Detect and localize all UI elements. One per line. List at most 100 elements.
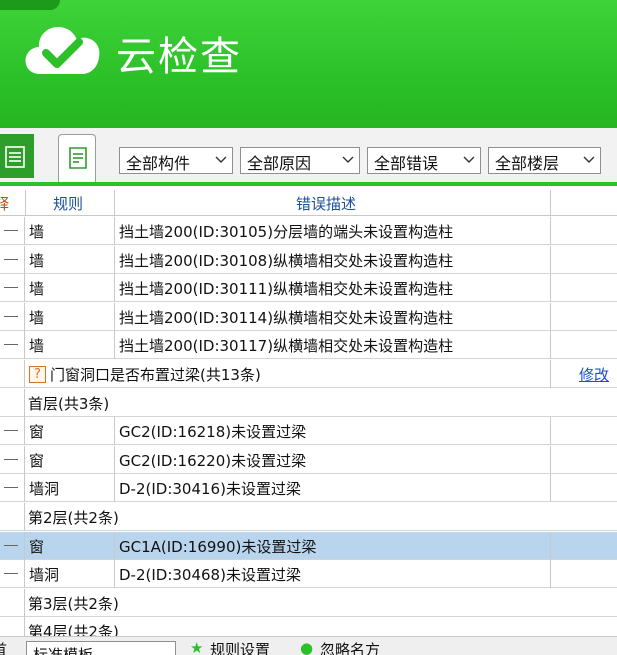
filter-floor-select[interactable]: 全部楼层 bbox=[488, 147, 601, 174]
cell-divider bbox=[550, 531, 551, 560]
template-value: 标准模板 bbox=[33, 646, 94, 655]
row-tree-cell bbox=[0, 388, 25, 417]
cell-divider bbox=[550, 360, 551, 388]
table-row[interactable]: 墙 挡土墙200(ID:30105)分层墙的端头未设置构造柱 bbox=[0, 217, 617, 245]
table-row[interactable]: 墙 挡土墙200(ID:30108)纵横墙相交处未设置构造柱 bbox=[0, 245, 617, 274]
header-divider bbox=[25, 190, 26, 216]
template-select[interactable]: 标准模板 bbox=[26, 641, 176, 655]
row-tree-cell bbox=[0, 560, 25, 589]
table-row[interactable]: 墙 挡土墙200(ID:30111)纵横墙相交处未设置构造柱 bbox=[0, 274, 617, 303]
table-row[interactable]: 窗 GC1A(ID:16990)未设置过梁 bbox=[0, 531, 617, 560]
question-icon: ? bbox=[29, 366, 46, 383]
floor-group-row[interactable]: 首层(共3条) bbox=[0, 388, 617, 417]
tree-connector bbox=[4, 315, 18, 317]
header-col-description[interactable]: 错误描述 bbox=[296, 193, 356, 214]
tree-connector bbox=[4, 544, 18, 546]
description-cell: 挡土墙200(ID:30117)纵横墙相交处未设置构造柱 bbox=[119, 337, 454, 356]
cell-divider bbox=[550, 331, 551, 360]
cell-divider bbox=[550, 445, 551, 474]
floor-group-row[interactable]: 第3层(共2条) bbox=[0, 588, 617, 617]
rule-settings-button[interactable]: 规则设置 bbox=[210, 639, 270, 655]
row-tree-cell bbox=[0, 331, 25, 360]
table-row[interactable]: 窗 GC2(ID:16220)未设置过梁 bbox=[0, 445, 617, 474]
floor-group-label: 第3层(共2条) bbox=[28, 594, 119, 613]
row-tree-cell bbox=[0, 588, 25, 617]
filter-component-select[interactable]: 全部构件 bbox=[119, 147, 233, 174]
row-tree-cell bbox=[0, 445, 25, 474]
description-cell: 挡土墙200(ID:30108)纵横墙相交处未设置构造柱 bbox=[119, 251, 454, 270]
table-row[interactable]: 墙 挡土墙200(ID:30114)纵横墙相交处未设置构造柱 bbox=[0, 302, 617, 331]
table-row[interactable]: 窗 GC2(ID:16218)未设置过梁 bbox=[0, 417, 617, 446]
tree-connector bbox=[4, 487, 18, 489]
header-col-note[interactable]: 释 bbox=[0, 193, 9, 214]
row-tree-cell bbox=[0, 360, 25, 388]
ignore-list-button[interactable]: 忽略名方 bbox=[320, 639, 380, 655]
rule-cell: 墙 bbox=[29, 280, 45, 299]
rule-cell: 墙 bbox=[29, 308, 45, 327]
tree-connector bbox=[4, 258, 18, 260]
cell-divider bbox=[550, 302, 551, 331]
row-tree-cell bbox=[0, 417, 25, 446]
chevron-down-icon bbox=[215, 156, 227, 163]
document-list-icon bbox=[69, 147, 87, 169]
table-row[interactable]: 墙 挡土墙200(ID:30117)纵横墙相交处未设置构造柱 bbox=[0, 331, 617, 360]
header-divider bbox=[114, 190, 115, 216]
tree-connector bbox=[4, 458, 18, 460]
toolbar: 全部构件 全部原因 全部错误 全部楼层 bbox=[0, 128, 617, 186]
cell-divider bbox=[114, 560, 115, 589]
cell-divider bbox=[114, 531, 115, 560]
chevron-down-icon bbox=[463, 156, 475, 163]
tab-list-view[interactable] bbox=[0, 134, 34, 178]
filter-reason-select[interactable]: 全部原因 bbox=[240, 147, 360, 174]
tab-detail-view[interactable] bbox=[58, 134, 96, 182]
check-circle-icon: ● bbox=[300, 639, 314, 655]
footer-bar: 首 标准模板 ★ 规则设置 ● 忽略名方 bbox=[0, 636, 617, 655]
filter-error-select[interactable]: 全部错误 bbox=[367, 147, 481, 174]
cell-divider bbox=[114, 417, 115, 446]
description-cell: GC2(ID:16220)未设置过梁 bbox=[119, 451, 307, 470]
tree-connector bbox=[4, 573, 18, 575]
header-col-rule[interactable]: 规则 bbox=[53, 193, 83, 214]
modify-link[interactable]: 修改 bbox=[579, 364, 609, 385]
description-cell: GC1A(ID:16990)未设置过梁 bbox=[119, 537, 317, 556]
rule-cell: 窗 bbox=[29, 451, 45, 470]
filter-reason-value: 全部原因 bbox=[247, 154, 312, 173]
footer-prefix: 首 bbox=[0, 639, 7, 655]
description-cell: 挡土墙200(ID:30114)纵横墙相交处未设置构造柱 bbox=[119, 308, 454, 327]
table-header: 释 规则 错误描述 bbox=[0, 190, 617, 216]
cell-divider bbox=[114, 474, 115, 503]
cell-divider bbox=[114, 274, 115, 303]
cell-divider bbox=[550, 474, 551, 503]
rule-group-row[interactable]: ? 门窗洞口是否布置过梁(共13条) 修改 bbox=[0, 360, 617, 388]
cell-divider bbox=[114, 245, 115, 274]
rule-cell: 墙 bbox=[29, 251, 45, 270]
description-cell: GC2(ID:16218)未设置过梁 bbox=[119, 423, 307, 442]
list-icon bbox=[5, 146, 25, 168]
row-tree-cell bbox=[0, 503, 25, 531]
table-row[interactable]: 墙洞 D-2(ID:30416)未设置过梁 bbox=[0, 474, 617, 503]
filter-component-value: 全部构件 bbox=[126, 154, 191, 173]
cell-divider bbox=[550, 560, 551, 589]
cell-divider bbox=[550, 417, 551, 446]
floor-group-label: 第2层(共2条) bbox=[28, 509, 119, 527]
tree-connector bbox=[4, 230, 18, 231]
rule-cell: 窗 bbox=[29, 537, 45, 556]
floor-group-label: 首层(共3条) bbox=[28, 394, 110, 413]
row-tree-cell bbox=[0, 531, 25, 560]
description-cell: D-2(ID:30468)未设置过梁 bbox=[119, 566, 301, 585]
filter-error-value: 全部错误 bbox=[374, 154, 439, 173]
chevron-down-icon bbox=[342, 156, 354, 163]
rule-group-label: 门窗洞口是否布置过梁(共13条) bbox=[50, 366, 261, 384]
rule-cell: 窗 bbox=[29, 423, 45, 442]
header-corner-decoration bbox=[0, 0, 60, 10]
table-row[interactable]: 墙洞 D-2(ID:30468)未设置过梁 bbox=[0, 560, 617, 589]
filter-floor-value: 全部楼层 bbox=[495, 154, 560, 173]
floor-group-row[interactable]: 第2层(共2条) bbox=[0, 503, 617, 531]
row-tree-cell bbox=[0, 474, 25, 503]
rule-cell: 墙洞 bbox=[29, 566, 60, 585]
cell-divider bbox=[550, 274, 551, 303]
row-tree-cell bbox=[0, 302, 25, 331]
app-header: 云检查 bbox=[0, 0, 617, 128]
cell-divider bbox=[550, 217, 551, 245]
cell-divider bbox=[114, 445, 115, 474]
